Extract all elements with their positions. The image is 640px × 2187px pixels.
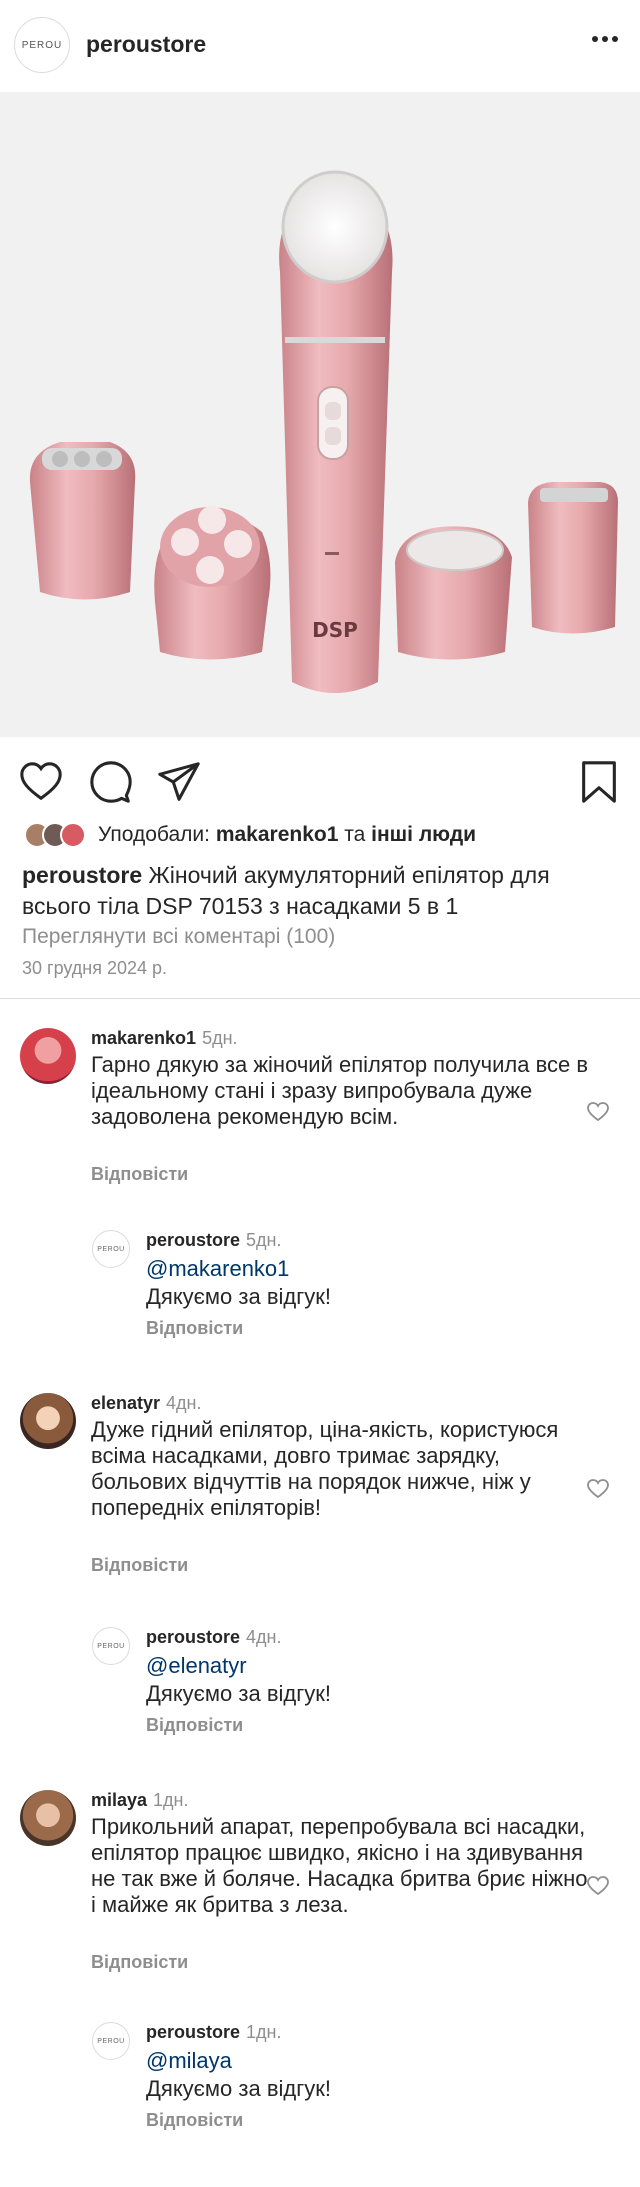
- reply-button[interactable]: Відповісти: [146, 2110, 243, 2131]
- reply-mention[interactable]: @milaya: [146, 2048, 232, 2074]
- dsp-brand-mark: DSP: [312, 618, 358, 642]
- reply-text: Дякуємо за відгук!: [146, 2076, 331, 2101]
- store-avatar[interactable]: PEROU: [92, 2022, 130, 2060]
- likes-prefix: Уподобали:: [98, 823, 210, 846]
- reply-username[interactable]: peroustore 4дн.: [146, 1627, 282, 1648]
- likes-user[interactable]: makarenko1: [216, 823, 339, 846]
- post-date: 30 грудня 2024 р.: [22, 958, 168, 978]
- comment-like-icon[interactable]: [586, 1100, 610, 1124]
- avatar-logo-text: PEROU: [97, 1245, 125, 1253]
- reply-text: Дякуємо за відгук!: [146, 1284, 331, 1309]
- post-caption: peroustore Жіночий акумуляторний епілято…: [22, 860, 622, 922]
- reply-time: 5дн.: [246, 1230, 282, 1250]
- comment-item: elenatyr 4дн. Дуже гідний епілятор, ціна-…: [20, 1393, 620, 1576]
- avatar-logo-text: PEROU: [97, 1642, 125, 1650]
- comment-item: milaya 1дн. Прикольний апарат, перепробув…: [20, 1790, 620, 1973]
- comment-like-icon[interactable]: [586, 1477, 610, 1501]
- comment-text: Гарно дякую за жіночий епілятор получила…: [91, 1052, 589, 1129]
- comment-text: Дуже гідний епілятор, ціна-якість, корис…: [91, 1417, 559, 1520]
- likes-joiner: та: [344, 823, 366, 846]
- reply-username[interactable]: peroustore 1дн.: [146, 2022, 282, 2043]
- likes-others[interactable]: інші люди: [371, 823, 476, 846]
- reply-item: PEROU peroustore 4дн. @elenatyr Дякуємо з…: [92, 1627, 592, 1739]
- comment-username[interactable]: milaya 1дн.: [91, 1790, 189, 1811]
- avatar-logo-text: PEROU: [97, 2037, 125, 2045]
- comment-item: makarenko1 5дн. Гарно дякую за жіночий еп…: [20, 1028, 620, 1184]
- reply-button[interactable]: Відповісти: [91, 1555, 188, 1576]
- reply-mention[interactable]: @makarenko1: [146, 1256, 289, 1282]
- likes-row[interactable]: Уподобали: makarenko1 та інші люди: [24, 820, 476, 850]
- reply-button[interactable]: Відповісти: [146, 1715, 243, 1736]
- reply-time: 1дн.: [246, 2022, 282, 2042]
- comment-icon[interactable]: [88, 759, 134, 805]
- comment-time: 1дн.: [153, 1790, 189, 1810]
- post-username[interactable]: peroustore: [86, 31, 206, 58]
- reply-button[interactable]: Відповісти: [91, 1164, 188, 1185]
- avatar[interactable]: [20, 1790, 76, 1846]
- reply-username[interactable]: peroustore 5дн.: [146, 1230, 282, 1251]
- store-avatar[interactable]: PEROU: [92, 1230, 130, 1268]
- avatar[interactable]: [20, 1393, 76, 1449]
- comment-time: 4дн.: [166, 1393, 202, 1413]
- heart-icon[interactable]: [18, 759, 64, 805]
- reply-button[interactable]: Відповісти: [91, 1952, 188, 1973]
- likes-text: Уподобали: makarenko1 та інші люди: [98, 823, 476, 847]
- comment-username[interactable]: makarenko1 5дн.: [91, 1028, 238, 1049]
- bookmark-icon[interactable]: [576, 759, 622, 805]
- reply-item: PEROU peroustore 5дн. @makarenko1 Дякуємо…: [92, 1230, 592, 1342]
- comment-username[interactable]: elenatyr 4дн.: [91, 1393, 202, 1414]
- comment-like-icon[interactable]: [586, 1874, 610, 1898]
- more-options-icon[interactable]: [592, 36, 618, 42]
- reply-text: Дякуємо за відгук!: [146, 1681, 331, 1706]
- product-illustration: DSP: [29, 170, 618, 693]
- comment-time: 5дн.: [202, 1028, 238, 1048]
- reply-mention[interactable]: @elenatyr: [146, 1653, 247, 1679]
- reply-item: PEROU peroustore 1дн. @milaya Дякуємо за …: [92, 2022, 592, 2134]
- reply-time: 4дн.: [246, 1627, 282, 1647]
- avatar[interactable]: [20, 1028, 76, 1084]
- caption-username[interactable]: peroustore: [22, 862, 142, 888]
- avatar: [60, 822, 86, 848]
- post-header: PEROU peroustore: [0, 0, 640, 92]
- divider: [0, 998, 640, 999]
- avatar-logo-text: PEROU: [21, 39, 63, 51]
- post-image[interactable]: DSP: [0, 92, 640, 737]
- reply-button[interactable]: Відповісти: [146, 1318, 243, 1339]
- view-all-comments-link[interactable]: Переглянути всі коментарі (100): [22, 925, 335, 949]
- comment-text: Прикольний апарат, перепробувала всі нас…: [91, 1814, 588, 1917]
- action-bar: [0, 737, 640, 827]
- liker-avatars: [24, 822, 86, 848]
- store-avatar[interactable]: PEROU: [92, 1627, 130, 1665]
- store-avatar[interactable]: PEROU: [14, 17, 70, 73]
- share-icon[interactable]: [156, 759, 202, 805]
